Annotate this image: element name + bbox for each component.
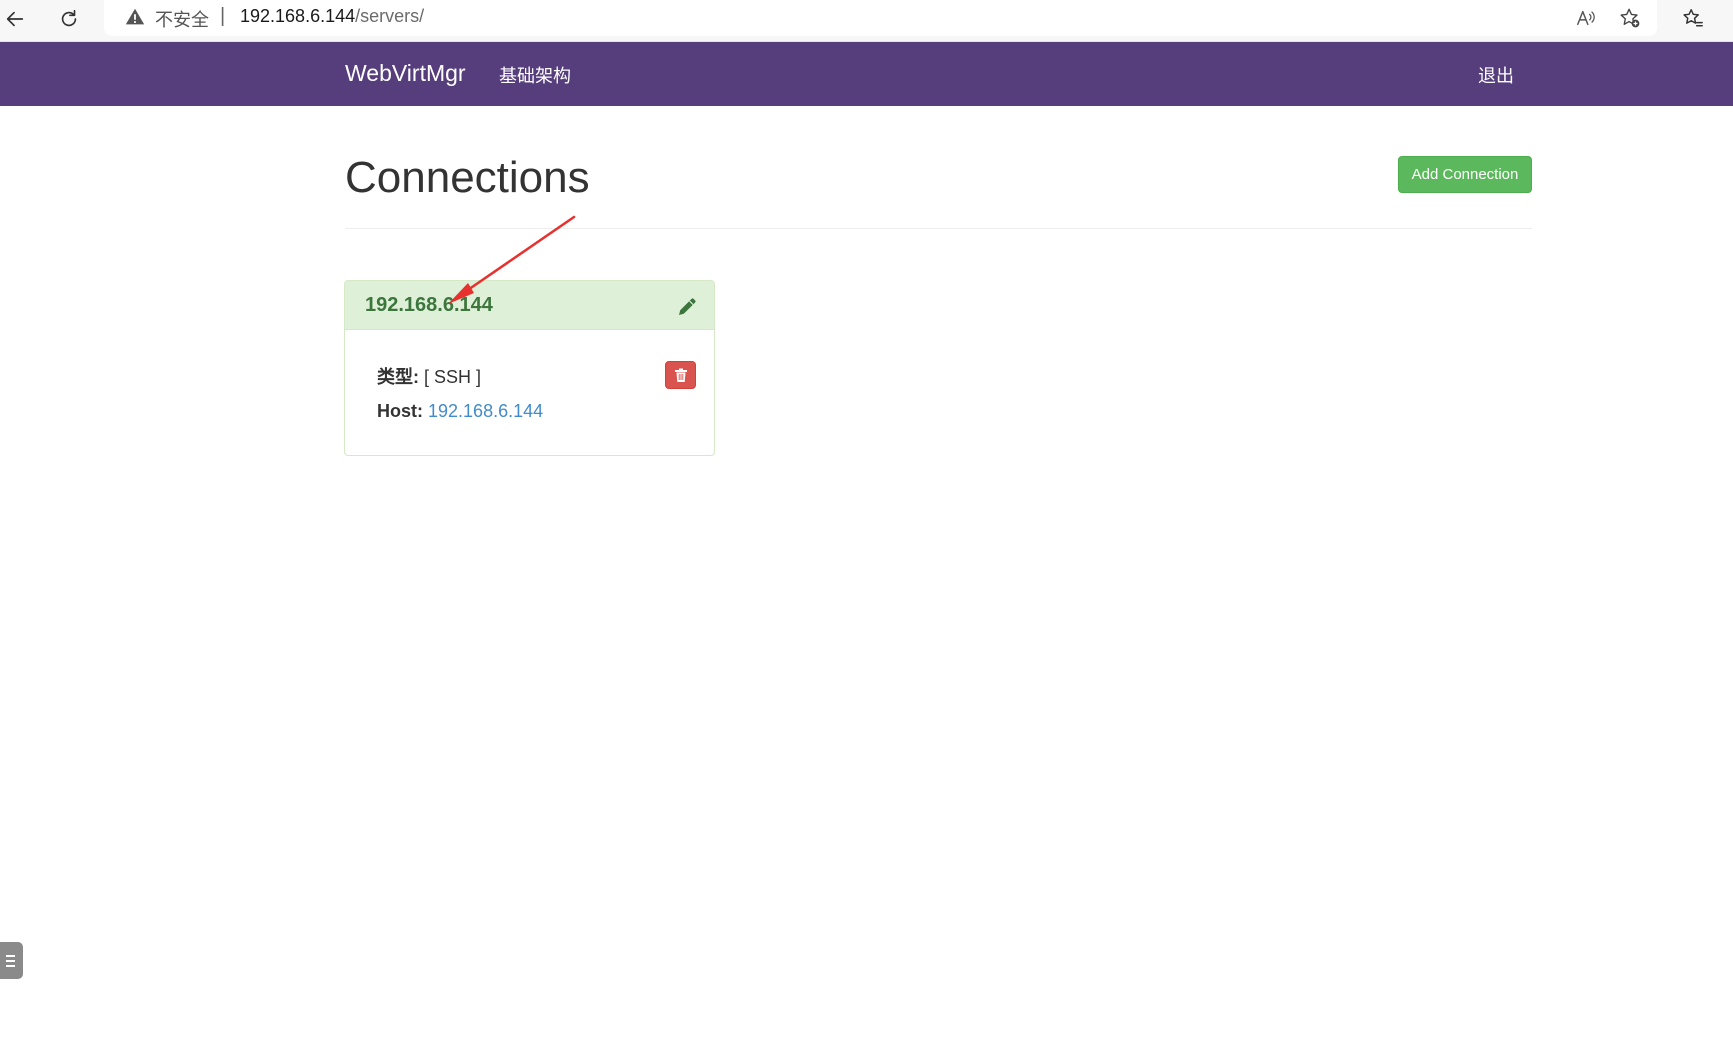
brand-link[interactable]: WebVirtMgr	[345, 60, 466, 87]
add-favorite-button[interactable]	[1617, 5, 1643, 31]
browser-toolbar: 不安全 | 192.168.6.144/servers/	[0, 0, 1733, 42]
title-divider	[345, 228, 1532, 229]
url-path: /servers/	[355, 6, 425, 26]
reload-button[interactable]	[54, 4, 84, 34]
menu-icon	[5, 954, 15, 967]
reload-icon	[61, 9, 77, 27]
back-icon	[6, 11, 24, 27]
nav-link-logout[interactable]: 退出	[1478, 62, 1514, 88]
panel-heading: 192.168.6.144	[345, 281, 714, 330]
connection-name[interactable]: 192.168.6.144	[365, 294, 493, 317]
add-connection-button[interactable]: Add Connection	[1398, 156, 1532, 193]
warning-icon[interactable]	[124, 6, 146, 28]
nav-link-infrastructure[interactable]: 基础架构	[499, 62, 571, 88]
host-link[interactable]: 192.168.6.144	[428, 401, 543, 421]
connection-panel: 192.168.6.144 类型: [ SSH ] Host: 192.168.…	[344, 280, 715, 456]
connection-host-row: Host: 192.168.6.144	[377, 401, 543, 422]
favorites-icon	[1683, 9, 1703, 27]
back-button[interactable]	[0, 4, 30, 34]
type-label: 类型:	[377, 367, 419, 387]
connection-type-row: 类型: [ SSH ]	[377, 363, 481, 389]
read-aloud-button[interactable]	[1573, 5, 1599, 31]
type-value: [ SSH ]	[424, 367, 482, 387]
pencil-icon[interactable]	[675, 295, 699, 319]
url-text[interactable]: 192.168.6.144/servers/	[240, 6, 424, 27]
trash-icon	[674, 368, 687, 382]
read-aloud-icon	[1577, 10, 1595, 26]
host-label: Host:	[377, 401, 423, 421]
page-title: Connections	[345, 153, 590, 202]
side-menu-tab[interactable]	[0, 942, 23, 979]
app-navbar: WebVirtMgr 基础架构 退出	[0, 42, 1733, 106]
address-separator: |	[220, 5, 226, 27]
url-host: 192.168.6.144	[240, 6, 356, 26]
add-favorite-icon	[1620, 8, 1640, 28]
insecure-label[interactable]: 不安全	[155, 6, 209, 32]
delete-connection-button[interactable]	[665, 361, 696, 389]
favorites-button[interactable]	[1680, 5, 1706, 31]
